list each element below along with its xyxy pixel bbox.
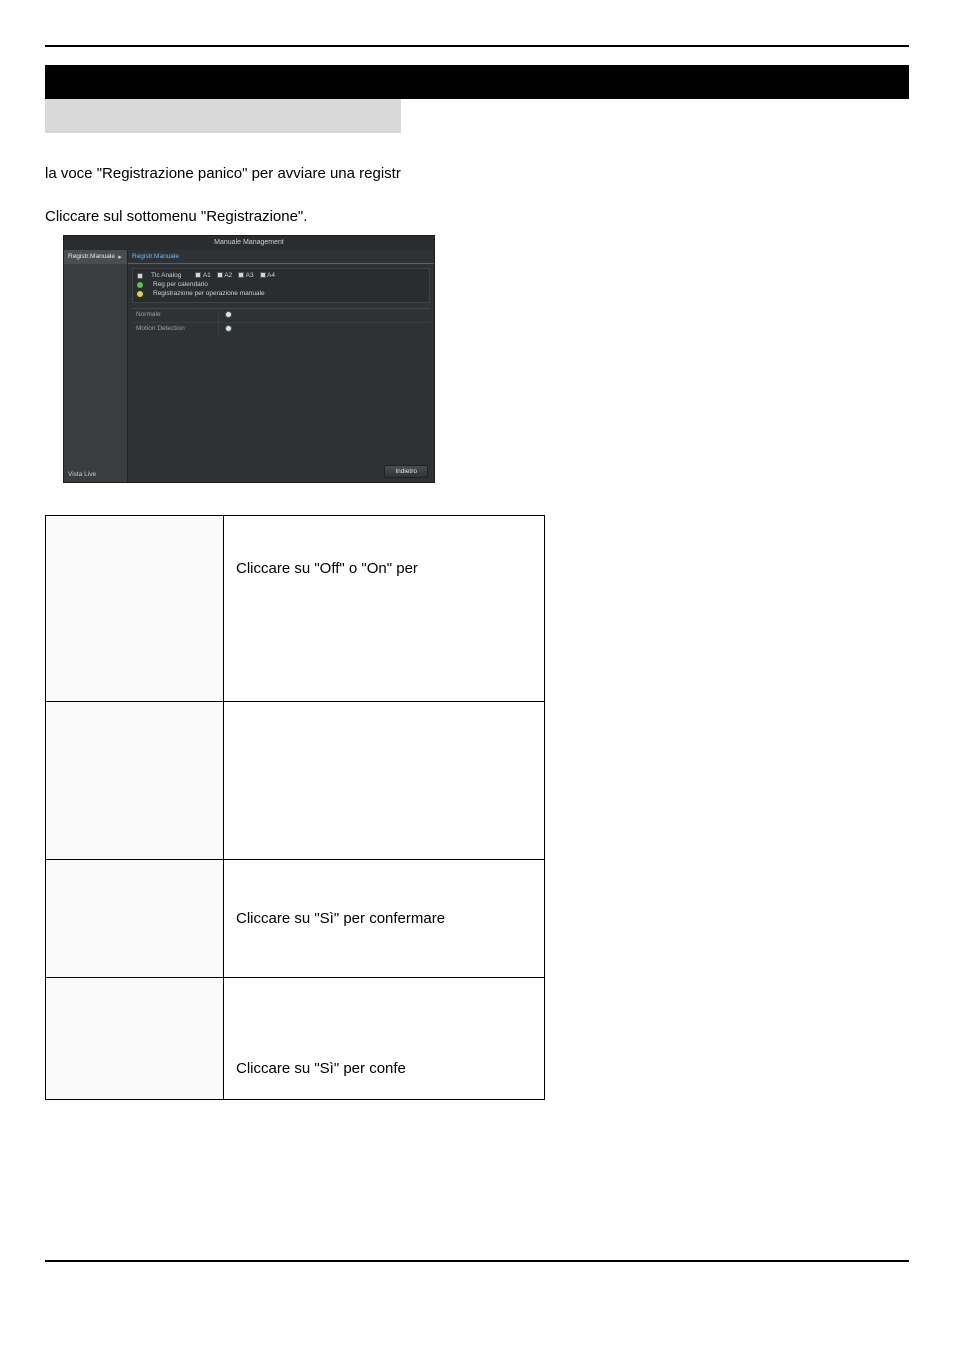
table-row: Cliccare su "Off" o "On" per [46, 516, 545, 702]
channel-row: Tlc Analog A1 A2 A3 A4 [137, 272, 425, 279]
radio-icon[interactable] [225, 311, 232, 318]
cell-text: Cliccare su "Off" o "On" per [224, 516, 545, 702]
cell-text: Cliccare su "Sì" per confe [224, 978, 545, 1100]
table-row: Motion Detection [132, 322, 430, 336]
checkbox-a4[interactable] [260, 272, 266, 278]
channel-a1[interactable]: A1 [195, 272, 210, 279]
body-line-1: la voce "Registrazione panico" per avvia… [45, 165, 909, 182]
row-value-normale[interactable] [218, 309, 238, 322]
sidebar-item-label: Registr.Manuale [68, 253, 115, 261]
app-titlebar: Manuale Management [64, 236, 434, 250]
checkbox-analog-all[interactable] [137, 273, 143, 279]
cell-text: Cliccare su "Sì" per confermare [224, 860, 545, 978]
row-label-normale: Normale [132, 309, 218, 322]
app-sidebar: Registr.Manuale ▸ Vista Live [64, 250, 128, 482]
row-value-motion[interactable] [218, 323, 238, 336]
tab-registr-manuale[interactable]: Registr.Manuale [128, 250, 434, 264]
panel-line3-text: Registrazione per operazione manuale [153, 290, 265, 297]
cell-empty [46, 860, 224, 978]
cell-text [224, 702, 545, 860]
app-body: Registr.Manuale ▸ Vista Live Registr.Man… [64, 250, 434, 482]
sidebar-item-registr-manuale[interactable]: Registr.Manuale ▸ [64, 250, 127, 264]
checkbox-a2[interactable] [217, 272, 223, 278]
panel-line2-text: Reg per calendario [153, 281, 208, 288]
checkbox-a3[interactable] [238, 272, 244, 278]
badge-green-icon [137, 282, 143, 288]
header-black-bar [45, 65, 909, 99]
cell-empty [46, 978, 224, 1100]
app-footer: Indietro [384, 465, 428, 478]
instruction-table: Cliccare su "Off" o "On" per Cliccare su… [45, 515, 545, 1100]
channel-a4[interactable]: A4 [260, 272, 275, 279]
panel-line-manual: Registrazione per operazione manuale [137, 290, 425, 297]
table-row: Normale [132, 308, 430, 322]
table-row: Cliccare su "Sì" per confermare [46, 860, 545, 978]
back-button[interactable]: Indietro [384, 465, 428, 478]
app-main: Registr.Manuale Tlc Analog A1 A2 A3 A4 [128, 250, 434, 482]
row-label-motion: Motion Detection [132, 323, 218, 336]
top-rule [45, 45, 909, 47]
bottom-rule [45, 1260, 909, 1262]
badge-yellow-icon [137, 291, 143, 297]
body-line-2: Cliccare sul sottomenu "Registrazione". [45, 208, 909, 225]
panel-line-calendar: Reg per calendario [137, 281, 425, 288]
checkbox-a1[interactable] [195, 272, 201, 278]
panel-row-label: Tlc Analog [151, 272, 181, 279]
channel-a2[interactable]: A2 [217, 272, 232, 279]
table-row: Cliccare su "Sì" per confe [46, 978, 545, 1100]
cell-empty [46, 516, 224, 702]
app-window: Manuale Management Registr.Manuale ▸ Vis… [63, 235, 435, 483]
table-row [46, 702, 545, 860]
radio-icon[interactable] [225, 325, 232, 332]
channel-panel: Tlc Analog A1 A2 A3 A4 Reg per calendari… [132, 268, 430, 303]
channel-a3[interactable]: A3 [238, 272, 253, 279]
sidebar-item-vista-live[interactable]: Vista Live [64, 467, 127, 482]
cell-empty [46, 702, 224, 860]
chevron-right-icon: ▸ [117, 253, 123, 261]
header-gray-bar [45, 99, 401, 133]
channel-list: A1 A2 A3 A4 [195, 272, 275, 279]
